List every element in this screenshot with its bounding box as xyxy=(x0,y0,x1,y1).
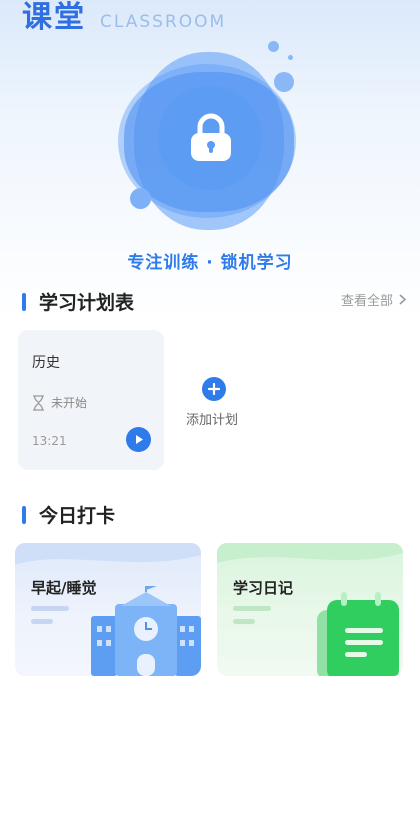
plan-card[interactable]: 历史 未开始 13:21 xyxy=(18,330,164,470)
plan-section-title: 学习计划表 xyxy=(39,292,135,314)
decor-bubble xyxy=(288,55,293,60)
section-accent-bar xyxy=(22,505,26,524)
placeholder-line xyxy=(31,606,69,611)
start-plan-button[interactable] xyxy=(126,427,151,452)
add-plan-button[interactable] xyxy=(202,377,226,401)
diary-card-title: 学习日记 xyxy=(233,579,294,597)
plan-status-label: 未开始 xyxy=(51,396,88,410)
plan-status: 未开始 xyxy=(32,394,87,411)
placeholder-line xyxy=(31,619,53,624)
play-icon xyxy=(135,435,143,444)
app-brand: 课堂 CLASSROOM xyxy=(22,0,226,36)
placeholder-line xyxy=(233,619,255,624)
lock-focus-button[interactable] xyxy=(100,38,320,238)
lock-icon xyxy=(191,113,231,161)
view-all-label: 查看全部 xyxy=(340,294,393,309)
add-plan-label[interactable]: 添加计划 xyxy=(186,409,238,428)
sleep-card-title: 早起/睡觉 xyxy=(31,579,97,597)
checkin-section-title: 今日打卡 xyxy=(39,505,116,527)
decor-bubble xyxy=(274,72,294,92)
plus-icon xyxy=(208,383,220,395)
school-building-icon xyxy=(91,586,201,676)
diary-checkin-card[interactable]: 学习日记 xyxy=(217,543,403,676)
plan-time: 13:21 xyxy=(32,434,67,448)
checkin-section-header: 今日打卡 xyxy=(22,501,115,528)
decor-bubble xyxy=(130,188,151,209)
placeholder-line xyxy=(233,606,271,611)
sleep-checkin-card[interactable]: 早起/睡觉 xyxy=(15,543,201,676)
chevron-right-icon xyxy=(399,294,406,305)
hero-slogan: 专注训练 · 锁机学习 xyxy=(127,253,293,273)
plan-name: 历史 xyxy=(32,355,60,371)
view-all-link[interactable]: 查看全部 xyxy=(341,290,406,309)
hourglass-icon xyxy=(33,394,44,411)
brand-title-en: CLASSROOM xyxy=(100,12,227,32)
notebook-icon xyxy=(317,592,399,676)
brand-title-cn: 课堂 xyxy=(22,0,86,35)
section-accent-bar xyxy=(22,292,26,311)
plan-section-header: 学习计划表 xyxy=(22,288,134,315)
decor-bubble xyxy=(268,41,279,52)
